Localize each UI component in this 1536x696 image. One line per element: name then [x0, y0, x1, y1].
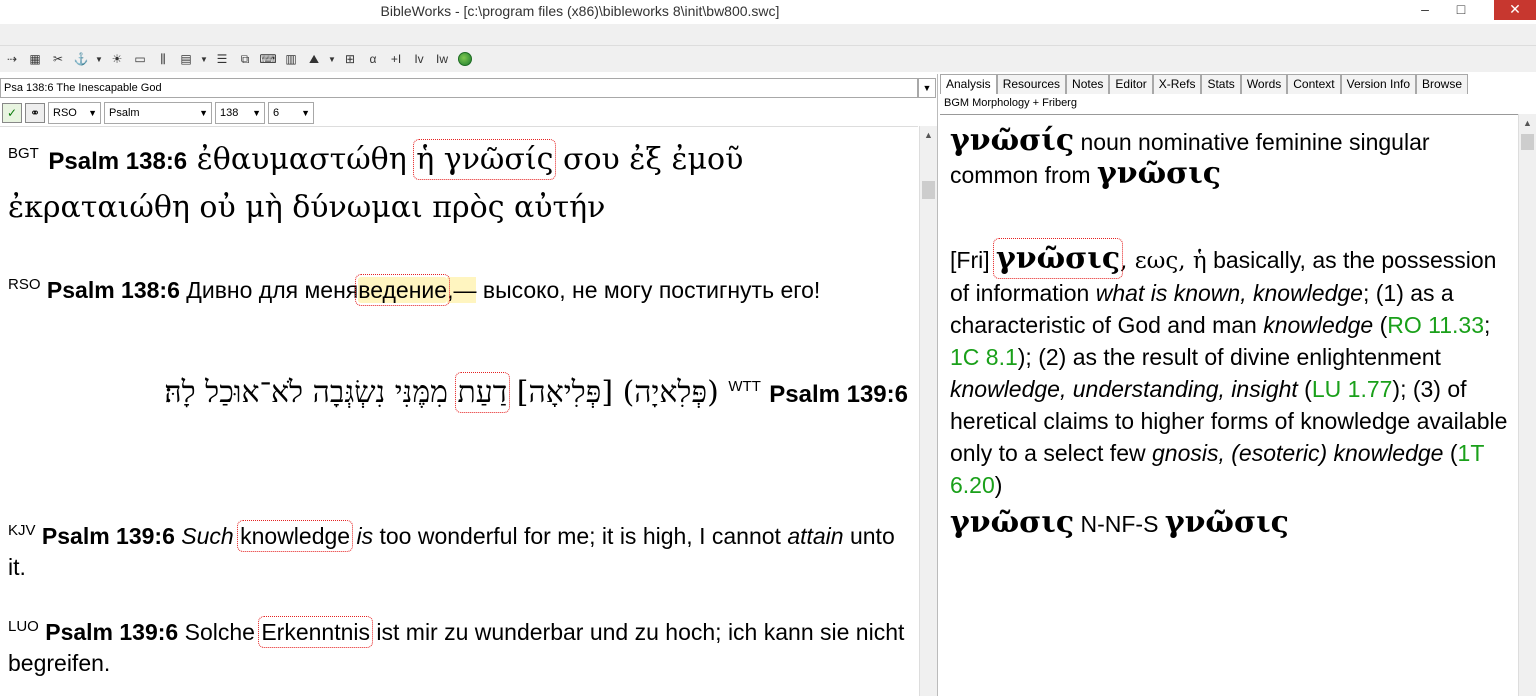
minimize-button[interactable]: –	[1410, 0, 1440, 20]
close-button[interactable]: ✕	[1494, 0, 1536, 20]
scroll-up-icon[interactable]: ▲	[1519, 114, 1536, 132]
analysis-content[interactable]: γνῶσίς noun nominative feminine singular…	[940, 114, 1536, 696]
menu-bar	[0, 24, 1536, 46]
toolbar-icon-14[interactable]: ⊞	[340, 50, 360, 68]
toolbar-icon-10[interactable]: ⧉	[235, 50, 255, 68]
toolbar-icon-6[interactable]: ▭	[130, 50, 150, 68]
summary-word: γνῶσις	[950, 505, 1075, 540]
browse-window: Psa 138:6 The Inescapable God ▼ ✓ ⚭ RSO ▼…	[0, 74, 938, 696]
window-title: BibleWorks - [c:\program files (x86)\bib…	[380, 3, 780, 19]
version-select[interactable]: RSO ▼	[48, 102, 101, 124]
chapter-select[interactable]: 138 ▼	[215, 102, 265, 124]
toolbar-icon-11[interactable]: ⌨	[258, 50, 278, 68]
toolbar-icon-4[interactable]: ⚓	[71, 50, 91, 68]
toolbar-icon-18[interactable]: Iw	[432, 50, 452, 68]
verse-title-field[interactable]: Psa 138:6 The Inescapable God	[0, 78, 918, 98]
tab-words[interactable]: Words	[1240, 74, 1288, 94]
morphology-label: BGM Morphology + Friberg	[944, 97, 1077, 109]
toolbar-icon-3[interactable]: ✂	[48, 50, 68, 68]
summary-lemma: γνῶσις	[1164, 505, 1289, 540]
toolbar-icon-8[interactable]: ▤	[176, 50, 196, 68]
dropdown-arrow-icon[interactable]: ▼	[94, 50, 104, 68]
right-scrollbar[interactable]: ▲	[1518, 114, 1536, 696]
nav-row: ✓ ⚭ RSO ▼ Psalm ▼ 138 ▼ 6 ▼	[0, 101, 938, 125]
maximize-button[interactable]: □	[1446, 0, 1476, 20]
book-select[interactable]: Psalm ▼	[104, 102, 212, 124]
highlighted-word[interactable]: ведение	[355, 274, 451, 306]
chevron-down-icon: ▼	[199, 108, 208, 118]
toolbar-icon-12[interactable]: ▥	[281, 50, 301, 68]
analysis-window: Analysis Resources Notes Editor X-Refs S…	[940, 74, 1536, 696]
verse-kjv: KJV Psalm 139:6 Such knowledge is too wo…	[8, 520, 895, 580]
scroll-up-icon[interactable]: ▲	[920, 126, 937, 144]
analysis-tabs: Analysis Resources Notes Editor X-Refs S…	[940, 74, 1469, 94]
verse-select[interactable]: 6 ▼	[268, 102, 314, 124]
friberg-lemma[interactable]: γνῶσις	[992, 238, 1124, 279]
toolbar-icon-13[interactable]: ⛰	[304, 50, 324, 68]
title-bar: BibleWorks - [c:\program files (x86)\bib…	[0, 0, 1536, 24]
toolbar-icon-1[interactable]: ⇢	[2, 50, 22, 68]
ref-link[interactable]: 1C 8.1	[950, 344, 1018, 370]
summary-entry: γνῶσις N-NF-S γνῶσις	[950, 505, 1289, 540]
toolbar-icon-2[interactable]: ▦	[25, 50, 45, 68]
verse-title-dropdown-icon[interactable]: ▼	[918, 78, 936, 98]
tab-version-info[interactable]: Version Info	[1340, 74, 1416, 94]
verse-bgt: BGT Psalm 138:6 ἐθαυμαστώθη ἡ γνῶσίς σου…	[8, 139, 744, 225]
main-toolbar: ⇢ ▦ ✂ ⚓ ▼ ☀ ▭ ⫼ ▤ ▼ ☰ ⧉ ⌨ ▥ ⛰ ▼ ⊞ α +I I…	[0, 46, 1536, 72]
ref-link[interactable]: RO 11.33	[1387, 312, 1484, 338]
toolbar-icon-5[interactable]: ☀	[107, 50, 127, 68]
highlighted-word[interactable]: ἡ γνῶσίς	[413, 139, 557, 180]
chevron-down-icon: ▼	[301, 108, 310, 118]
dropdown-arrow-icon[interactable]: ▼	[327, 50, 337, 68]
toolbar-icon-15[interactable]: α	[363, 50, 383, 68]
chevron-down-icon: ▼	[88, 108, 97, 118]
verse-text-area[interactable]: BGT Psalm 138:6 ἐθαυμαστώθη ἡ γνῶσίς σου…	[0, 126, 918, 696]
highlighted-word[interactable]: דַעַת	[454, 372, 511, 413]
tab-stats[interactable]: Stats	[1201, 74, 1241, 94]
tab-editor[interactable]: Editor	[1109, 74, 1153, 94]
globe-icon[interactable]	[455, 50, 475, 68]
morph-entry: γνῶσίς noun nominative feminine singular…	[950, 123, 1430, 191]
toolbar-icon-16[interactable]: +I	[386, 50, 406, 68]
tab-context[interactable]: Context	[1287, 74, 1341, 94]
verse-rso: RSO Psalm 138:6 Дивно для меняведение,— …	[8, 274, 821, 306]
tab-analysis[interactable]: Analysis	[940, 74, 997, 94]
tab-resources[interactable]: Resources	[996, 74, 1067, 94]
toolbar-icon-17[interactable]: Iv	[409, 50, 429, 68]
verse-wtt: WTT Psalm 139:6 (פְּלִאיָה) [פְּלִיאָה] …	[164, 372, 908, 413]
toolbar-icon-7[interactable]: ⫼	[153, 50, 173, 68]
checkmark-icon[interactable]: ✓	[2, 103, 22, 123]
toolbar-icon-9[interactable]: ☰	[212, 50, 232, 68]
dropdown-arrow-icon[interactable]: ▼	[199, 50, 209, 68]
morph-word: γνῶσίς	[950, 123, 1075, 158]
highlighted-word[interactable]: Erkenntnis	[258, 616, 373, 648]
friberg-entry: [Fri] γνῶσις, εως, ἡ basically, as the p…	[950, 238, 1508, 498]
left-scrollbar[interactable]: ▲	[919, 126, 937, 696]
highlighted-word[interactable]: knowledge	[237, 520, 354, 552]
chevron-down-icon: ▼	[252, 108, 261, 118]
morph-lemma: γνῶσις	[1096, 156, 1222, 191]
scroll-thumb[interactable]	[1521, 134, 1534, 150]
ref-link[interactable]: LU 1.77	[1312, 376, 1393, 402]
scroll-thumb[interactable]	[922, 181, 935, 199]
link-icon[interactable]: ⚭	[25, 103, 45, 123]
tab-xrefs[interactable]: X-Refs	[1152, 74, 1202, 94]
tab-browse[interactable]: Browse	[1416, 74, 1469, 94]
verse-luo: LUO Psalm 139:6 Solche Erkenntnis ist mi…	[8, 616, 905, 676]
tab-notes[interactable]: Notes	[1066, 74, 1110, 94]
